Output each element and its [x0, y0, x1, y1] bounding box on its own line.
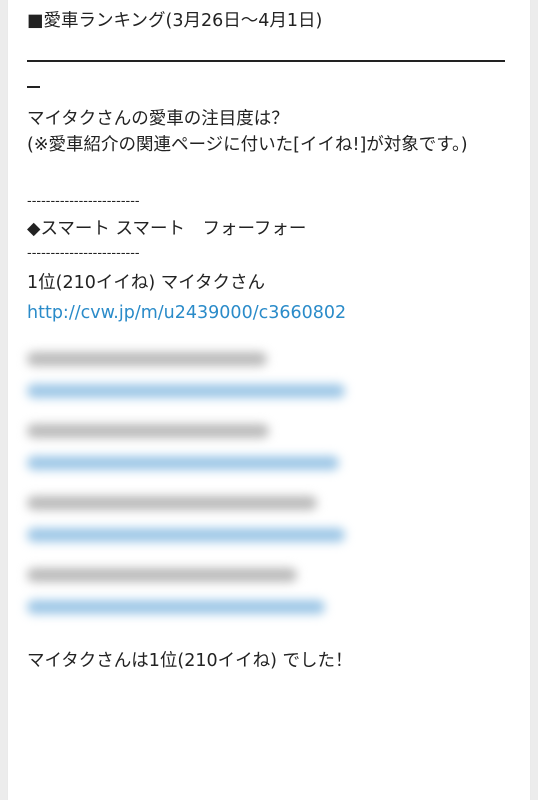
separator-top: ------------------------ — [27, 194, 140, 209]
rank-entry-1-link[interactable]: http://cvw.jp/m/u2439000/c3660802 — [27, 300, 505, 326]
message-panel: ■愛車ランキング(3月26日〜4月1日) マイタクさんの愛車の注目度は？ (※愛… — [8, 0, 530, 800]
attention-note: (※愛車紹介の関連ページに付いた[イイね!]が対象です。) — [27, 135, 468, 155]
blurred-entry-text — [27, 568, 297, 582]
blurred-entry-text — [27, 496, 317, 510]
blurred-entry-3 — [27, 424, 505, 470]
blurred-entry-5 — [27, 568, 505, 614]
blurred-entry-text — [27, 424, 269, 438]
blurred-entry-link — [27, 528, 345, 542]
blurred-entry-4 — [27, 496, 505, 542]
blurred-entry-link — [27, 600, 325, 614]
attention-question: マイタクさんの愛車の注目度は？ — [27, 109, 289, 129]
blurred-entry-link — [27, 384, 345, 398]
blurred-entry-text — [27, 352, 267, 366]
rank-entry-1: 1位(210イイね) マイタクさん — [27, 273, 266, 293]
message-body: ■愛車ランキング(3月26日〜4月1日) マイタクさんの愛車の注目度は？ (※愛… — [27, 8, 505, 674]
divider-line — [27, 60, 505, 62]
blurred-entry-link — [27, 456, 339, 470]
blurred-entry-2 — [27, 352, 505, 398]
ranking-title: ■愛車ランキング(3月26日〜4月1日) — [27, 11, 323, 31]
separator-bottom: ------------------------ — [27, 246, 140, 261]
car-name: ◆スマート スマート フォーフォー — [27, 219, 307, 239]
ranking-conclusion: マイタクさんは1位(210イイね) でした！ — [27, 651, 353, 671]
